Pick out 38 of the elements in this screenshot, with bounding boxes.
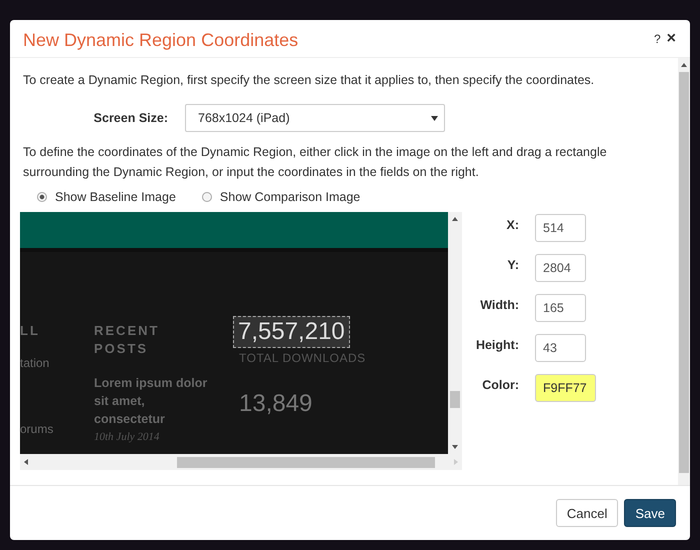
field-label: Height:	[474, 337, 520, 352]
scroll-up-icon[interactable]	[681, 63, 687, 67]
field-label: Y:	[506, 257, 520, 272]
stat-number: 7,557,210	[233, 316, 350, 348]
scroll-left-icon[interactable]	[24, 459, 28, 465]
field-label: Color:	[481, 377, 520, 392]
field-label: Width:	[479, 297, 520, 312]
cancel-button[interactable]: Cancel	[556, 499, 618, 527]
scroll-thumb[interactable]	[177, 456, 435, 468]
scroll-up-icon[interactable]	[452, 217, 458, 221]
scroll-thumb[interactable]	[450, 391, 460, 408]
save-button[interactable]: Save	[624, 499, 676, 527]
link-text: tation	[20, 356, 50, 370]
scroll-down-icon[interactable]	[452, 445, 458, 449]
input-field[interactable]: 2804	[535, 254, 586, 282]
vertical-scrollbar[interactable]	[678, 58, 690, 485]
caret-icon	[431, 116, 438, 120]
input-field[interactable]: 43	[535, 334, 586, 362]
field-label: X:	[506, 217, 520, 232]
stat-number: 13,849	[238, 389, 314, 419]
post-date: 10th July 2014	[94, 431, 160, 443]
instructions-text: To define the coordinates of the Dynamic Region, either click in the image on the left and drag a rectangle surrounding the Dynamic Region, or input the coordinates in the fields on the right.	[23, 144, 608, 181]
input-field[interactable]: F9FF77	[535, 374, 596, 402]
stat-label: TOTAL DOWNLOADS	[239, 351, 366, 365]
intro-text: To create a Dynamic Region, first specify the screen size that it applies to, then specify the coordinates.	[23, 72, 596, 89]
help-button[interactable]: ?	[654, 30, 661, 48]
close-button[interactable]: ×	[666, 30, 676, 48]
screen-size-dropdown[interactable]: 768x1024 (iPad)	[185, 104, 445, 132]
input-field[interactable]: 165	[535, 294, 586, 322]
dialog-title: New Dynamic Region Coordinates	[23, 29, 298, 51]
screen-size-label: Screen Size:	[92, 111, 169, 125]
post-title: Lorem ipsum dolor sit amet, consectetur	[94, 375, 208, 428]
scroll-right-icon[interactable]	[454, 459, 458, 465]
column-heading: RECENT POSTS	[94, 322, 160, 358]
link-text: orums	[20, 422, 54, 436]
webpage-screenshot[interactable]: LL tation orums RECENT POSTS Lorem ipsum dolor sit amet, consectetur 10th July 2014 7,557,210 TOTAL DOWNLOADS 13,849	[20, 212, 448, 454]
input-field[interactable]: 514	[535, 214, 586, 242]
scroll-thumb[interactable]	[679, 72, 689, 473]
